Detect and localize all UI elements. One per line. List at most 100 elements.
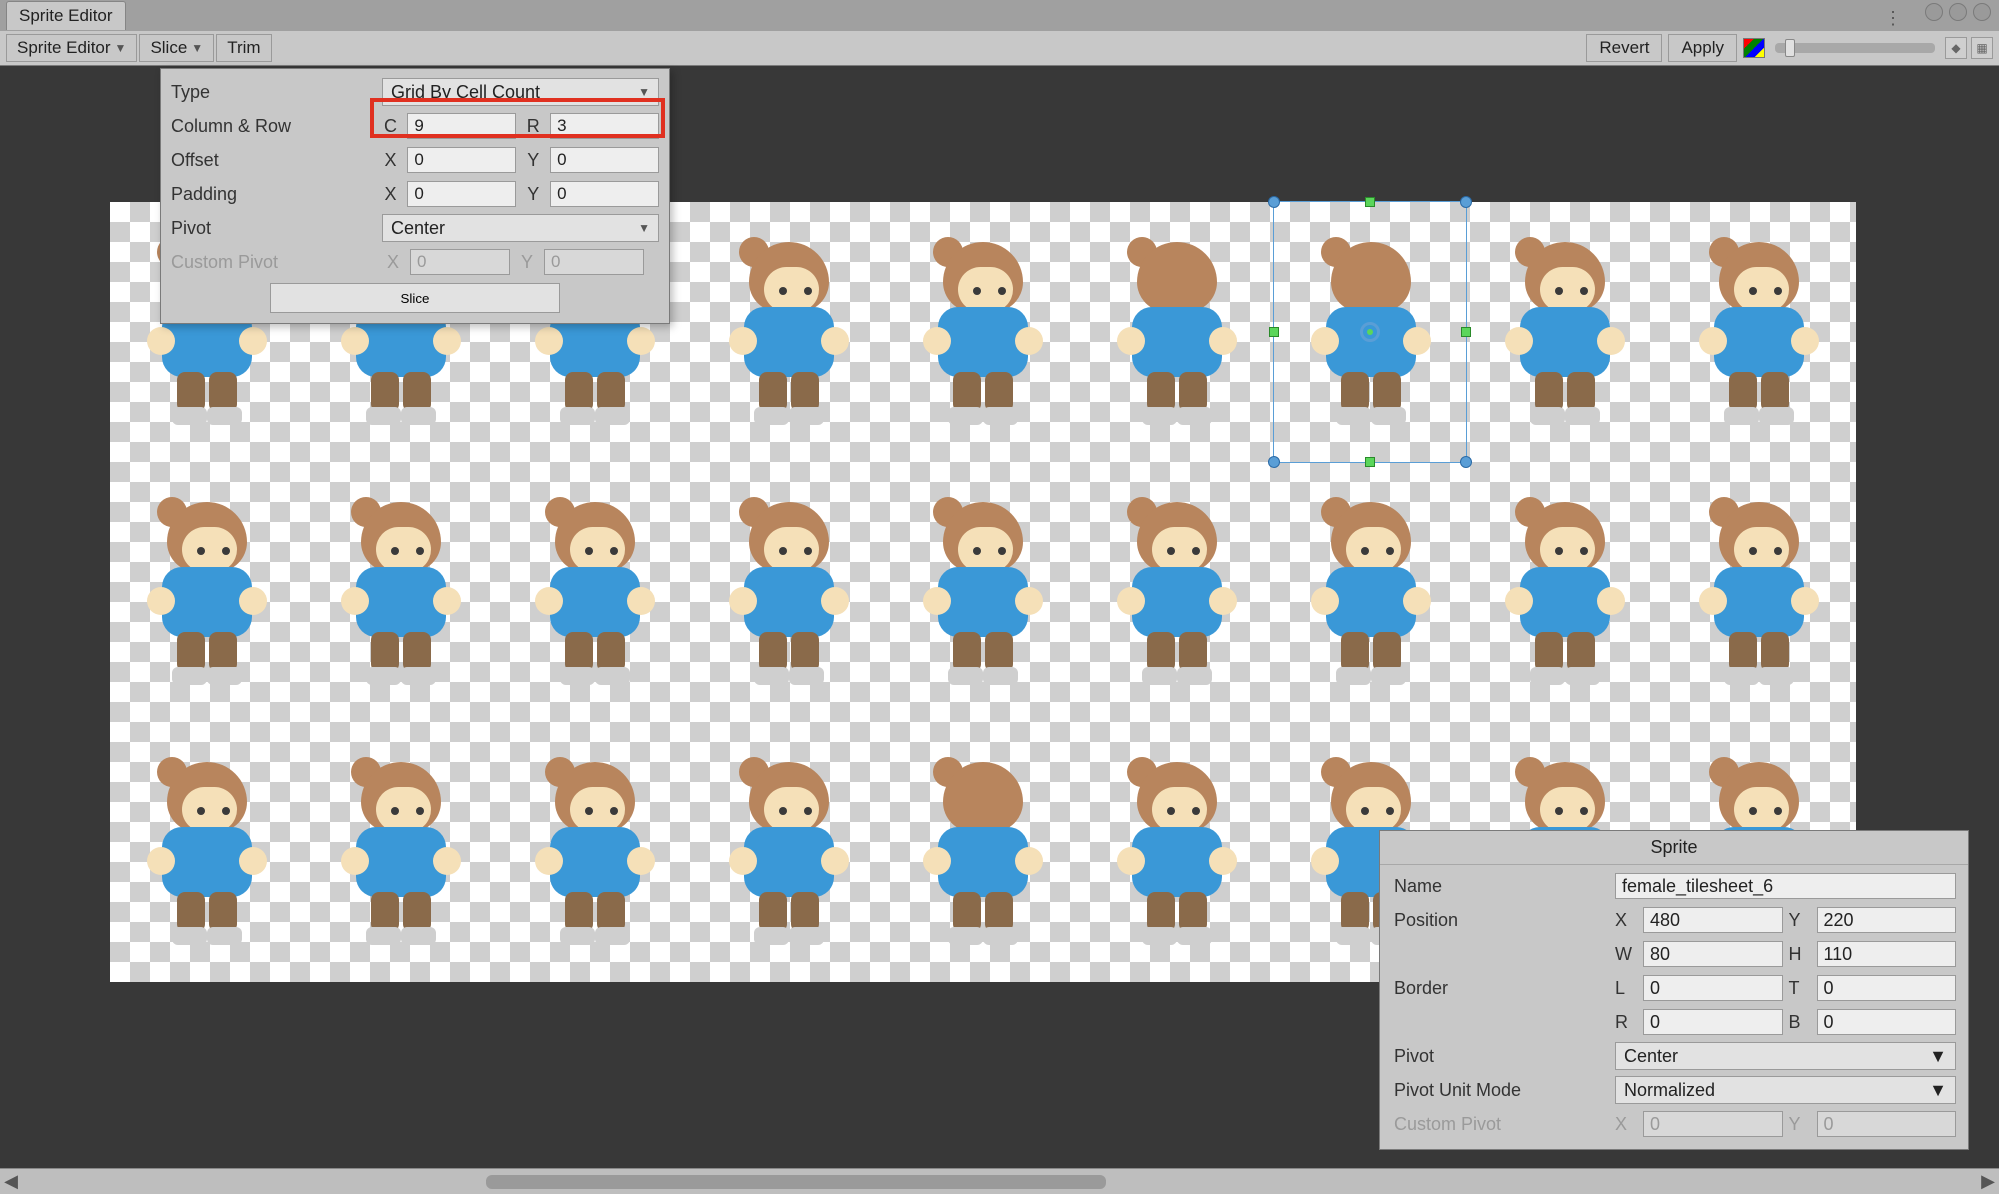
sprite-cell[interactable] — [110, 462, 304, 722]
pos-w-input[interactable]: 80 — [1643, 941, 1783, 967]
maximize-icon[interactable] — [1949, 3, 1967, 21]
offset-x-input[interactable]: 0 — [407, 147, 516, 173]
custom-pivot-label: Custom Pivot — [171, 252, 376, 273]
selection-handle[interactable] — [1268, 196, 1280, 208]
x-label: X — [1615, 910, 1639, 931]
custom-pivot-y-input: 0 — [1817, 1111, 1957, 1137]
t-label: T — [1789, 978, 1813, 999]
tab-sprite-editor[interactable]: Sprite Editor — [6, 1, 126, 30]
w-label: W — [1615, 944, 1639, 965]
chevron-down-icon: ▼ — [638, 85, 650, 99]
offset-y-input[interactable]: 0 — [550, 147, 659, 173]
column-row-label: Column & Row — [171, 116, 374, 137]
y-prefix: Y — [522, 184, 544, 205]
padding-x-input[interactable]: 0 — [407, 181, 516, 207]
selection-box[interactable] — [1273, 201, 1467, 463]
row-prefix: R — [522, 116, 544, 137]
sprite-cell[interactable] — [110, 722, 304, 982]
sprite-cell[interactable] — [886, 462, 1080, 722]
scroll-thumb[interactable] — [486, 1175, 1106, 1189]
type-label: Type — [171, 82, 376, 103]
tab-overflow-icon[interactable]: ⋮ — [1884, 8, 1904, 29]
sprite-cell[interactable] — [1662, 462, 1856, 722]
selection-edge-handle[interactable] — [1461, 327, 1471, 337]
y-label: Y — [1789, 910, 1813, 931]
chevron-down-icon: ▼ — [115, 41, 127, 55]
pivot-label: Pivot — [1394, 1046, 1609, 1067]
sprite-cell[interactable] — [304, 462, 498, 722]
x-prefix: X — [380, 150, 402, 171]
selection-handle[interactable] — [1460, 456, 1472, 468]
selection-handle[interactable] — [1268, 456, 1280, 468]
padding-label: Padding — [171, 184, 374, 205]
sprite-cell[interactable] — [692, 462, 886, 722]
minimize-icon[interactable] — [1925, 3, 1943, 21]
sprite-editor-label: Sprite Editor — [17, 38, 111, 58]
scroll-left-icon[interactable]: ◀ — [0, 1171, 22, 1193]
sprite-editor-dropdown[interactable]: Sprite Editor ▼ — [6, 34, 137, 62]
sprite-cell[interactable] — [1274, 462, 1468, 722]
sprite-cell[interactable] — [692, 202, 886, 462]
y-prefix: Y — [522, 150, 544, 171]
y-label: Y — [1789, 1114, 1813, 1135]
slice-dropdown[interactable]: Slice ▼ — [139, 34, 214, 62]
pos-x-input[interactable]: 480 — [1643, 907, 1783, 933]
sprite-cell[interactable] — [1080, 722, 1274, 982]
sprite-cell[interactable] — [1468, 462, 1662, 722]
pivot-unit-dropdown[interactable]: Normalized ▼ — [1615, 1076, 1956, 1104]
type-value: Grid By Cell Count — [391, 82, 540, 103]
pivot-value: Center — [391, 218, 445, 239]
pivot-label: Pivot — [171, 218, 376, 239]
horizontal-scrollbar[interactable]: ◀ ▶ — [0, 1168, 1999, 1194]
r-label: R — [1615, 1012, 1639, 1033]
x-label: X — [1615, 1114, 1639, 1135]
slider-thumb[interactable] — [1785, 39, 1795, 57]
apply-button[interactable]: Apply — [1668, 34, 1737, 62]
sprite-cell[interactable] — [692, 722, 886, 982]
slice-button[interactable]: Slice — [270, 283, 560, 313]
border-l-input[interactable]: 0 — [1643, 975, 1783, 1001]
color-swatch-icon[interactable] — [1743, 38, 1765, 58]
pos-h-input[interactable]: 110 — [1817, 941, 1957, 967]
scroll-right-icon[interactable]: ▶ — [1977, 1171, 1999, 1193]
sprite-cell[interactable] — [498, 722, 692, 982]
selection-edge-handle[interactable] — [1269, 327, 1279, 337]
sprite-cell[interactable] — [886, 202, 1080, 462]
inspector-title: Sprite — [1380, 831, 1968, 865]
x-prefix: X — [380, 184, 402, 205]
view-icon[interactable]: ▦ — [1971, 37, 1993, 59]
type-dropdown[interactable]: Grid By Cell Count ▼ — [382, 78, 659, 106]
row-input[interactable]: 3 — [550, 113, 659, 139]
sprite-cell[interactable] — [498, 462, 692, 722]
scroll-track[interactable] — [26, 1173, 1973, 1191]
alpha-slider[interactable] — [1775, 43, 1935, 53]
sprite-cell[interactable] — [1468, 202, 1662, 462]
sprite-cell[interactable] — [1080, 202, 1274, 462]
close-icon[interactable] — [1973, 3, 1991, 21]
toolbar: Sprite Editor ▼ Slice ▼ Trim Revert Appl… — [0, 30, 1999, 66]
pivot-dropdown[interactable]: Center ▼ — [1615, 1042, 1956, 1070]
selection-edge-handle[interactable] — [1365, 197, 1375, 207]
gizmo-icon[interactable]: ◆ — [1945, 37, 1967, 59]
sprite-cell[interactable] — [304, 722, 498, 982]
name-label: Name — [1394, 876, 1609, 897]
border-r-input[interactable]: 0 — [1643, 1009, 1783, 1035]
trim-button[interactable]: Trim — [216, 34, 271, 62]
border-b-input[interactable]: 0 — [1817, 1009, 1957, 1035]
sprite-inspector: Sprite Name female_tilesheet_6 Position … — [1379, 830, 1969, 1150]
sprite-cell[interactable] — [1662, 202, 1856, 462]
sprite-cell[interactable] — [886, 722, 1080, 982]
padding-y-input[interactable]: 0 — [550, 181, 659, 207]
l-label: L — [1615, 978, 1639, 999]
name-input[interactable]: female_tilesheet_6 — [1615, 873, 1956, 899]
pos-y-input[interactable]: 220 — [1817, 907, 1957, 933]
revert-button[interactable]: Revert — [1586, 34, 1662, 62]
pivot-unit-label: Pivot Unit Mode — [1394, 1080, 1609, 1101]
slice-popup: Type Grid By Cell Count ▼ Column & Row C… — [160, 68, 670, 324]
sprite-cell[interactable] — [1080, 462, 1274, 722]
pivot-dropdown[interactable]: Center ▼ — [382, 214, 659, 242]
column-input[interactable]: 9 — [407, 113, 516, 139]
selection-handle[interactable] — [1460, 196, 1472, 208]
selection-edge-handle[interactable] — [1365, 457, 1375, 467]
border-t-input[interactable]: 0 — [1817, 975, 1957, 1001]
